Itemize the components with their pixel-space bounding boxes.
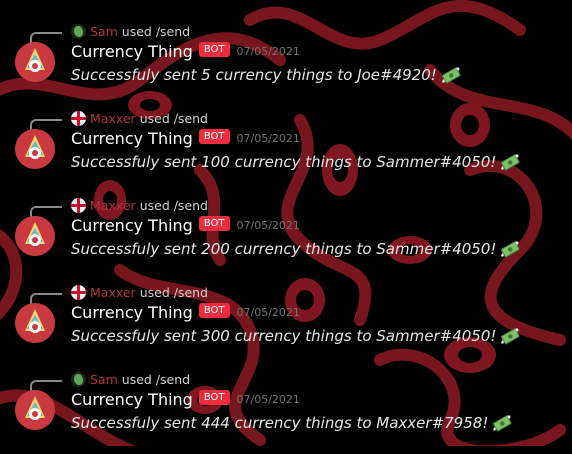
avatar[interactable] [15,42,55,82]
message-text: Successfuly sent 300 currency things to … [71,327,497,345]
command-reference[interactable]: Sam used /send [71,370,190,388]
reply-command: used /send [121,23,191,39]
message-content: Successfuly sent 5 currency things to Jo… [71,63,462,87]
reply-command: used /send [139,284,208,300]
message: Sam used /send Currency Thing BOT 07/05/… [0,368,572,454]
reply-avatar[interactable] [71,371,86,387]
command-reference[interactable]: Maxxer used /send [71,283,208,301]
money-with-wings-icon[interactable] [499,325,521,347]
timestamp[interactable]: 07/05/2021 [237,306,300,319]
message-text: Successfuly sent 100 currency things to … [71,153,497,171]
message: Maxxer used /send Currency Thing BOT 07/… [0,281,572,367]
reply-command: used /send [139,110,208,126]
message: Maxxer used /send Currency Thing BOT 07/… [0,194,572,280]
reply-avatar[interactable] [71,23,86,39]
author-name[interactable]: Currency Thing [71,216,193,235]
reply-username[interactable]: Sam [90,372,118,387]
message-text: Successfuly sent 5 currency things to Jo… [71,66,437,84]
reply-username[interactable]: Sam [90,24,118,39]
reply-avatar[interactable] [71,197,86,213]
message-feed: Sam used /send Currency Thing BOT 07/05/… [0,0,572,446]
author-name[interactable]: Currency Thing [71,390,193,409]
message: Sam used /send Currency Thing BOT 07/05/… [0,20,572,106]
reply-command: used /send [139,197,208,213]
message-text: Successfuly sent 200 currency things to … [71,240,497,258]
message-content: Successfuly sent 100 currency things to … [71,150,521,174]
bot-tag: BOT [198,389,230,405]
timestamp[interactable]: 07/05/2021 [237,219,300,232]
money-with-wings-icon[interactable] [491,412,513,434]
bot-tag: BOT [198,302,230,318]
timestamp[interactable]: 07/05/2021 [237,393,300,406]
message-text: Successfuly sent 444 currency things to … [71,414,489,432]
bot-tag: BOT [198,215,230,231]
command-reference[interactable]: Sam used /send [71,22,190,40]
bot-tag: BOT [198,128,230,144]
author-name[interactable]: Currency Thing [71,42,193,61]
message: Maxxer used /send Currency Thing BOT 07/… [0,107,572,193]
command-reference[interactable]: Maxxer used /send [71,196,208,214]
reply-avatar[interactable] [71,284,86,300]
money-with-wings-icon[interactable] [440,64,462,86]
message-header: Currency Thing BOT 07/05/2021 [71,388,300,410]
command-reference[interactable]: Maxxer used /send [71,109,208,127]
message-content: Successfuly sent 444 currency things to … [71,411,513,435]
reply-command: used /send [121,371,191,387]
avatar[interactable] [15,303,55,343]
timestamp[interactable]: 07/05/2021 [237,132,300,145]
message-header: Currency Thing BOT 07/05/2021 [71,40,300,62]
author-name[interactable]: Currency Thing [71,303,193,322]
message-content: Successfuly sent 300 currency things to … [71,324,521,348]
money-with-wings-icon[interactable] [499,238,521,260]
message-header: Currency Thing BOT 07/05/2021 [71,127,300,149]
avatar[interactable] [15,129,55,169]
message-header: Currency Thing BOT 07/05/2021 [71,301,300,323]
timestamp[interactable]: 07/05/2021 [237,45,300,58]
avatar[interactable] [15,390,55,430]
reply-username[interactable]: Maxxer [90,111,136,126]
reply-avatar[interactable] [71,110,86,126]
bot-tag: BOT [198,41,230,57]
avatar[interactable] [15,216,55,256]
author-name[interactable]: Currency Thing [71,129,193,148]
money-with-wings-icon[interactable] [499,151,521,173]
message-content: Successfuly sent 200 currency things to … [71,237,521,261]
message-header: Currency Thing BOT 07/05/2021 [71,214,300,236]
reply-username[interactable]: Maxxer [90,198,136,213]
reply-username[interactable]: Maxxer [90,285,136,300]
